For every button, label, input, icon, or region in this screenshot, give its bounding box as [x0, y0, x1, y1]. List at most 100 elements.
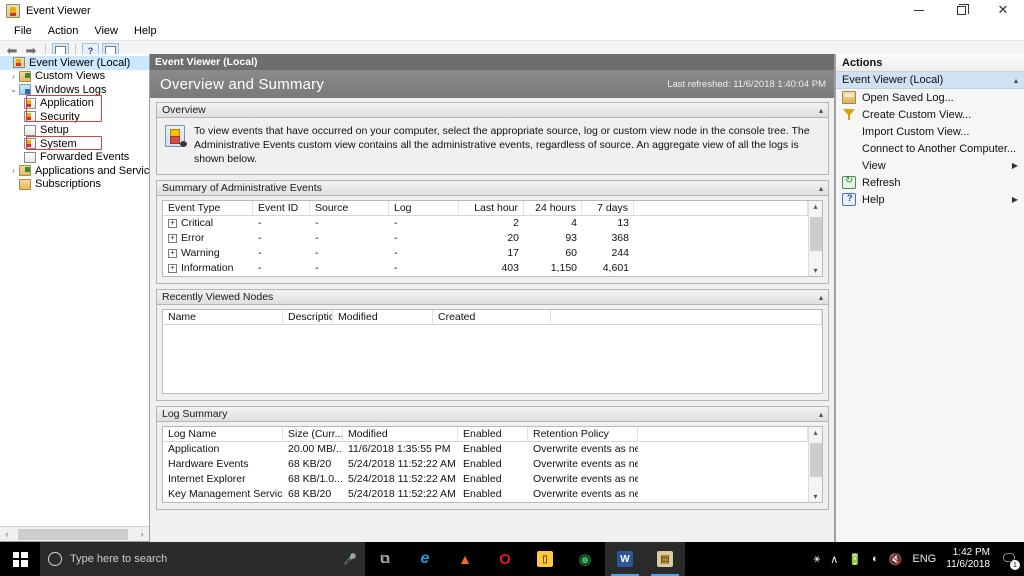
show-hidden-icons-chevron-icon[interactable]: ∧ — [830, 553, 838, 566]
grid-vertical-scrollbar[interactable]: ▴ ▾ — [808, 201, 822, 276]
column-header-log-name[interactable]: Log Name — [163, 427, 283, 441]
section-log-summary-header[interactable]: Log Summary ▴ — [156, 406, 829, 422]
maximize-button[interactable] — [940, 0, 982, 22]
action-refresh[interactable]: Refresh — [836, 174, 1024, 191]
vlc-button[interactable]: ▲ — [445, 542, 485, 576]
column-header-modified[interactable]: Modified — [343, 427, 458, 441]
close-button[interactable]: ✕ — [982, 0, 1024, 22]
scroll-up-icon[interactable]: ▴ — [813, 202, 817, 211]
tree-item-system[interactable]: System — [0, 137, 149, 151]
menu-help[interactable]: Help — [126, 22, 165, 41]
microphone-icon[interactable]: 🎤 — [343, 553, 357, 566]
tree-item-windows-logs[interactable]: ⌄ Windows Logs — [0, 83, 149, 97]
column-header-last-hour[interactable]: Last hour — [459, 201, 524, 215]
tree-item-security[interactable]: Security — [0, 110, 149, 124]
section-summary-header[interactable]: Summary of Administrative Events ▴ — [156, 180, 829, 196]
collapse-chevron-icon[interactable]: ▴ — [1014, 76, 1018, 85]
file-explorer-button[interactable]: ▯ — [525, 542, 565, 576]
column-header-name[interactable]: Name — [163, 310, 283, 324]
tree-item-applications-and-services-logs[interactable]: › Applications and Services Lo — [0, 164, 149, 178]
grid-vertical-scrollbar[interactable]: ▴ ▾ — [808, 427, 822, 502]
clock[interactable]: 1:42 PM 11/6/2018 — [946, 547, 990, 571]
table-row[interactable]: +Critical - - - 2 4 13 — [163, 216, 808, 231]
battery-icon[interactable]: 🔋 — [848, 553, 862, 566]
network-icon[interactable]: ◐ — [872, 553, 879, 565]
table-row[interactable]: Application 20.00 MB/... 11/6/2018 1:35:… — [163, 442, 808, 457]
tree-horizontal-scrollbar[interactable]: ‹ › — [0, 526, 149, 541]
tree-item-custom-views[interactable]: › Custom Views — [0, 70, 149, 84]
scroll-up-icon[interactable]: ▴ — [813, 428, 817, 437]
expand-icon[interactable]: + — [168, 249, 177, 258]
scroll-right-icon[interactable]: › — [135, 529, 149, 539]
edge-button[interactable]: e — [405, 542, 445, 576]
column-header-modified[interactable]: Modified — [333, 310, 433, 324]
column-header-size[interactable]: Size (Curr... — [283, 427, 343, 441]
section-recent-header[interactable]: Recently Viewed Nodes ▴ — [156, 289, 829, 305]
actions-group-event-viewer-local[interactable]: Event Viewer (Local) ▴ — [836, 72, 1024, 89]
action-view[interactable]: View ▶ — [836, 157, 1024, 174]
volume-muted-icon[interactable]: 🔇 — [889, 553, 903, 566]
tree-item-application[interactable]: Application — [0, 97, 149, 111]
column-header-enabled[interactable]: Enabled — [458, 427, 528, 441]
action-open-saved-log[interactable]: Open Saved Log... — [836, 89, 1024, 106]
column-header-event-id[interactable]: Event ID — [253, 201, 310, 215]
action-connect-to-another-computer[interactable]: Connect to Another Computer... — [836, 140, 1024, 157]
expand-icon[interactable]: + — [168, 234, 177, 243]
collapse-chevron-icon[interactable]: ▴ — [819, 293, 823, 302]
opera-button[interactable]: O — [485, 542, 525, 576]
scroll-track[interactable] — [14, 528, 135, 541]
scroll-thumb[interactable] — [810, 443, 822, 477]
column-header-24-hours[interactable]: 24 hours — [524, 201, 582, 215]
notifications-button[interactable]: 🗨 1 — [1000, 550, 1018, 568]
table-row[interactable]: Internet Explorer 68 KB/1.0... 5/24/2018… — [163, 472, 808, 487]
column-header-source[interactable]: Source — [310, 201, 389, 215]
people-icon[interactable]: ⚹ — [814, 553, 821, 566]
cortana-icon[interactable] — [48, 552, 62, 566]
task-view-button[interactable]: ⧉ — [365, 542, 405, 576]
expand-icon[interactable]: + — [168, 219, 177, 228]
chevron-right-icon[interactable]: › — [8, 166, 19, 175]
search-input[interactable]: Type here to search — [70, 553, 335, 565]
collapse-chevron-icon[interactable]: ▴ — [819, 410, 823, 419]
table-row[interactable]: +Warning - - - 17 60 244 — [163, 246, 808, 261]
column-header-event-type[interactable]: Event Type — [163, 201, 253, 215]
scroll-thumb[interactable] — [810, 217, 822, 251]
language-indicator[interactable]: ENG — [912, 553, 936, 565]
scroll-track[interactable] — [810, 211, 822, 266]
scroll-track[interactable] — [810, 437, 822, 492]
table-row[interactable]: Key Management Service 68 KB/20 5/24/201… — [163, 487, 808, 502]
table-row[interactable]: +Information - - - 403 1,150 4,601 — [163, 261, 808, 276]
expand-icon[interactable]: + — [168, 264, 177, 273]
event-viewer-taskbar-button[interactable]: ▤ — [645, 542, 685, 576]
tree-item-forwarded-events[interactable]: Forwarded Events — [0, 151, 149, 165]
column-header-7-days[interactable]: 7 days — [582, 201, 634, 215]
scroll-thumb[interactable] — [18, 529, 128, 540]
action-create-custom-view[interactable]: Create Custom View... — [836, 106, 1024, 123]
menu-file[interactable]: File — [6, 22, 40, 41]
word-button[interactable]: W — [605, 542, 645, 576]
tree-item-event-viewer-local[interactable]: Event Viewer (Local) — [0, 56, 149, 70]
collapse-chevron-icon[interactable]: ▴ — [819, 184, 823, 193]
column-header-created[interactable]: Created — [433, 310, 551, 324]
scroll-down-icon[interactable]: ▾ — [813, 492, 817, 501]
table-row[interactable]: +Error - - - 20 93 368 — [163, 231, 808, 246]
start-button[interactable] — [0, 542, 40, 576]
action-import-custom-view[interactable]: Import Custom View... — [836, 123, 1024, 140]
column-header-log[interactable]: Log — [389, 201, 459, 215]
action-help[interactable]: Help ▶ — [836, 191, 1024, 208]
chevron-right-icon[interactable]: › — [8, 72, 19, 81]
column-header-description[interactable]: Description — [283, 310, 333, 324]
tree-item-subscriptions[interactable]: Subscriptions — [0, 178, 149, 192]
scroll-down-icon[interactable]: ▾ — [813, 266, 817, 275]
section-overview-header[interactable]: Overview ▴ — [156, 102, 829, 118]
chevron-down-icon[interactable]: ⌄ — [8, 85, 19, 94]
menu-view[interactable]: View — [86, 22, 126, 41]
search-box[interactable]: Type here to search 🎤 — [40, 542, 365, 576]
chrome-button[interactable]: ◉ — [565, 542, 605, 576]
menu-action[interactable]: Action — [40, 22, 87, 41]
minimize-button[interactable] — [898, 0, 940, 22]
collapse-chevron-icon[interactable]: ▴ — [819, 106, 823, 115]
column-header-retention-policy[interactable]: Retention Policy — [528, 427, 638, 441]
tree-item-setup[interactable]: Setup — [0, 124, 149, 138]
scroll-left-icon[interactable]: ‹ — [0, 529, 14, 539]
